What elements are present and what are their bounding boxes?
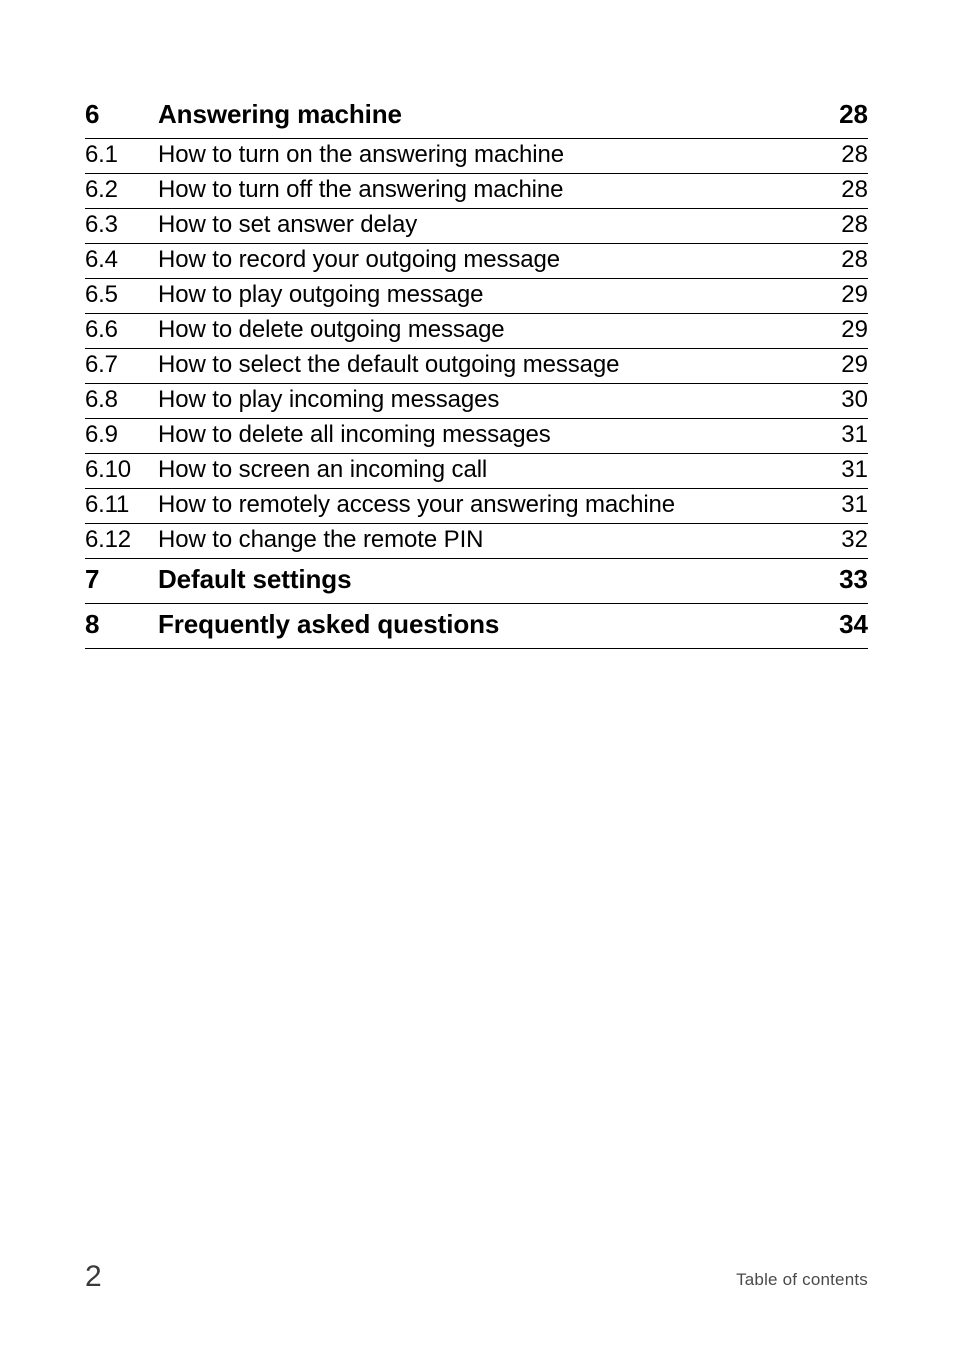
toc-entry-title: How to set answer delay bbox=[158, 211, 418, 238]
toc-entry-title: How to screen an incoming call bbox=[158, 456, 488, 483]
toc-entry[interactable]: 6 Answering machine 28 bbox=[85, 94, 868, 139]
toc-entry-page-number: 28 bbox=[841, 246, 868, 273]
toc-entry[interactable]: 8 Frequently asked questions 34 bbox=[85, 604, 868, 649]
toc-entry-number: 6.11 bbox=[85, 491, 130, 518]
toc-entry-title: Answering machine bbox=[158, 99, 402, 129]
toc-entry-page-number: 29 bbox=[841, 316, 868, 343]
toc-entry-number: 6.8 bbox=[85, 386, 118, 413]
toc-entry-number: 6.5 bbox=[85, 281, 118, 308]
toc-entry-number: 6.3 bbox=[85, 211, 118, 238]
toc-entry-title: How to delete outgoing message bbox=[158, 316, 505, 343]
toc-entry-title: How to change the remote PIN bbox=[158, 526, 484, 553]
toc-entry[interactable]: 6.10 How to screen an incoming call 31 bbox=[85, 454, 868, 489]
toc-entry-page-number: 33 bbox=[839, 564, 868, 594]
toc-entry-number: 6.12 bbox=[85, 526, 131, 553]
toc-entry-title: How to record your outgoing message bbox=[158, 246, 561, 273]
toc-entry[interactable]: 6.4 How to record your outgoing message 28 bbox=[85, 244, 868, 279]
table-of-contents-list: 6 Answering machine 28 6.1 How to turn on th… bbox=[85, 94, 868, 649]
toc-entry-title: How to play incoming messages bbox=[158, 386, 500, 413]
toc-entry-title: How to turn off the answering machine bbox=[158, 176, 564, 203]
toc-entry-title: How to turn on the answering machine bbox=[158, 141, 564, 168]
toc-entry-title: How to select the default outgoing messa… bbox=[158, 351, 620, 378]
toc-entry[interactable]: 7 Default settings 33 bbox=[85, 559, 868, 604]
toc-entry-number: 6.6 bbox=[85, 316, 118, 343]
toc-entry-page-number: 29 bbox=[841, 351, 868, 378]
toc-entry-number: 6.4 bbox=[85, 246, 118, 273]
toc-entry-title: How to remotely access your answering ma… bbox=[158, 491, 676, 518]
toc-entry-page-number: 31 bbox=[841, 491, 868, 518]
toc-entry-number: 6 bbox=[85, 99, 100, 129]
toc-entry-page-number: 32 bbox=[841, 526, 868, 553]
toc-entry-number: 7 bbox=[85, 564, 100, 594]
toc-entry[interactable]: 6.3 How to set answer delay 28 bbox=[85, 209, 868, 244]
toc-entry-page-number: 30 bbox=[841, 386, 868, 413]
toc-entry-page-number: 34 bbox=[839, 609, 868, 639]
toc-entry-number: 6.9 bbox=[85, 421, 118, 448]
toc-entry-number: 6.2 bbox=[85, 176, 118, 203]
toc-entry-page-number: 31 bbox=[841, 421, 868, 448]
footer-section-label: Table of contents bbox=[736, 1270, 868, 1289]
toc-entry[interactable]: 6.11 How to remotely access your answerin… bbox=[85, 489, 868, 524]
toc-entry-title: Default settings bbox=[158, 564, 352, 594]
toc-entry[interactable]: 6.1 How to turn on the answering machine 2… bbox=[85, 139, 868, 174]
toc-entry[interactable]: 6.8 How to play incoming messages 30 bbox=[85, 384, 868, 419]
toc-entry-title: How to play outgoing message bbox=[158, 281, 484, 308]
toc-entry-number: 6.10 bbox=[85, 456, 131, 483]
toc-entry[interactable]: 6.2 How to turn off the answering machine… bbox=[85, 174, 868, 209]
toc-entry-page-number: 28 bbox=[841, 211, 868, 238]
document-page: 6 Answering machine 28 6.1 How to turn on th… bbox=[0, 0, 954, 1350]
toc-entry-page-number: 29 bbox=[841, 281, 868, 308]
toc-entry-number: 6.7 bbox=[85, 351, 118, 378]
toc-entry-page-number: 28 bbox=[841, 176, 868, 203]
page-footer: 2 Table of contents bbox=[85, 1262, 868, 1312]
toc-entry[interactable]: 6.9 How to delete all incoming messages 31 bbox=[85, 419, 868, 454]
toc-entry-page-number: 28 bbox=[839, 99, 868, 129]
toc-entry-page-number: 28 bbox=[841, 141, 868, 168]
toc-entry-number: 6.1 bbox=[85, 141, 118, 168]
toc-entry-number: 8 bbox=[85, 609, 100, 639]
toc-entry[interactable]: 6.5 How to play outgoing message 29 bbox=[85, 279, 868, 314]
toc-entry[interactable]: 6.7 How to select the default outgoing me… bbox=[85, 349, 868, 384]
toc-entry-title: Frequently asked questions bbox=[158, 609, 500, 639]
toc-entry-page-number: 31 bbox=[841, 456, 868, 483]
footer-page-number: 2 bbox=[85, 1260, 102, 1293]
toc-entry[interactable]: 6.6 How to delete outgoing message 29 bbox=[85, 314, 868, 349]
toc-entry-title: How to delete all incoming messages bbox=[158, 421, 551, 448]
toc-entry[interactable]: 6.12 How to change the remote PIN 32 bbox=[85, 524, 868, 559]
